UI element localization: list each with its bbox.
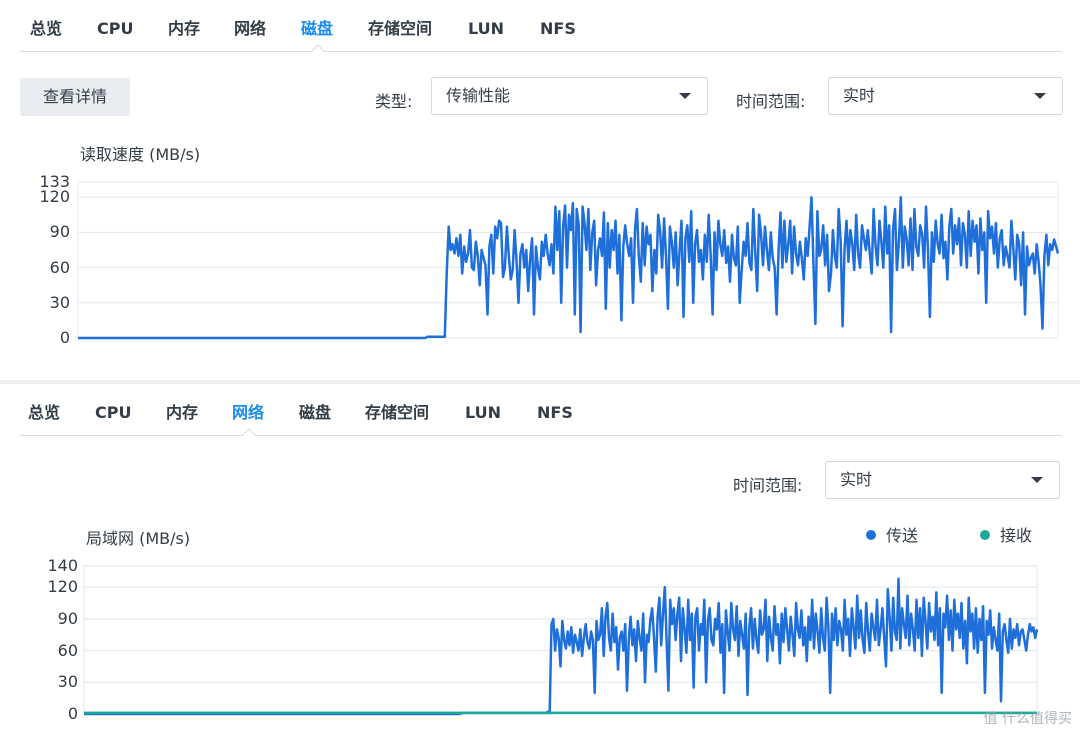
tab-nfs[interactable]: NFS: [537, 396, 573, 436]
network-panel: 总览 CPU 内存 网络 磁盘 存储空间 LUN NFS 时间范围: 实时 局域…: [0, 384, 1080, 736]
tab-storage[interactable]: 存储空间: [368, 12, 432, 52]
y-tick-label: 30: [49, 292, 70, 312]
time-range-label: 时间范围:: [733, 476, 803, 495]
y-tick-label: 120: [39, 187, 70, 207]
type-select-value: 传输性能: [446, 86, 511, 105]
legend-send[interactable]: 传送: [866, 522, 918, 546]
time-range-select-value: 实时: [843, 86, 876, 105]
tab-memory[interactable]: 内存: [166, 396, 198, 436]
tab-lun[interactable]: LUN: [468, 12, 504, 52]
series-line-传送: [84, 577, 1039, 716]
y-tick-label: 90: [49, 222, 70, 242]
dropdown-caret-icon: [679, 93, 691, 99]
type-label: 类型:: [375, 92, 413, 111]
active-tab-caret: [311, 44, 325, 52]
watermark: 值 什么值得买: [983, 711, 1072, 727]
time-range-select[interactable]: 实时: [828, 77, 1063, 115]
dropdown-caret-icon: [1031, 477, 1043, 483]
tab-storage[interactable]: 存储空间: [365, 396, 429, 436]
chart-title: 局域网 (MB/s): [86, 529, 191, 548]
dropdown-caret-icon: [1034, 93, 1046, 99]
tab-cpu[interactable]: CPU: [97, 12, 133, 52]
read-speed-chart: [77, 181, 1060, 340]
y-tick-label: 120: [47, 577, 78, 597]
tab-cpu[interactable]: CPU: [95, 396, 131, 436]
tab-bar: 总览 CPU 内存 网络 磁盘 存储空间 LUN NFS: [20, 12, 1062, 52]
tab-lun[interactable]: LUN: [465, 396, 501, 436]
chart-title: 读取速度 (MB/s): [80, 145, 201, 164]
time-range-select-value: 实时: [840, 470, 873, 489]
y-tick-label: 0: [59, 328, 70, 347]
tab-overview[interactable]: 总览: [28, 396, 60, 436]
active-tab-caret: [242, 428, 256, 436]
y-tick-label: 0: [67, 704, 78, 723]
y-tick-label: 60: [49, 257, 70, 277]
y-tick-label: 140: [47, 556, 78, 575]
legend-dot-icon: [866, 530, 876, 540]
view-details-button[interactable]: 查看详情: [20, 78, 130, 116]
tab-overview[interactable]: 总览: [30, 12, 62, 52]
legend-receive[interactable]: 接收: [980, 522, 1032, 546]
legend-label: 接收: [1000, 526, 1033, 545]
time-range-label: 时间范围:: [736, 92, 806, 111]
tab-bar: 总览 CPU 内存 网络 磁盘 存储空间 LUN NFS: [20, 396, 1062, 436]
y-tick-label: 30: [57, 672, 78, 692]
y-tick-label: 133: [39, 172, 70, 191]
tab-disk[interactable]: 磁盘: [299, 396, 331, 436]
y-tick-label: 90: [57, 608, 78, 628]
disk-panel: 总览 CPU 内存 网络 磁盘 存储空间 LUN NFS 查看详情 类型: 传输…: [0, 0, 1080, 380]
tab-memory[interactable]: 内存: [168, 12, 200, 52]
tab-network[interactable]: 网络: [234, 12, 266, 52]
legend-dot-icon: [980, 530, 990, 540]
tab-nfs[interactable]: NFS: [540, 12, 576, 52]
type-select[interactable]: 传输性能: [431, 77, 708, 115]
time-range-select[interactable]: 实时: [825, 461, 1060, 499]
legend-label: 传送: [886, 526, 919, 545]
lan-traffic-chart: [83, 565, 1039, 716]
y-tick-label: 60: [57, 640, 78, 660]
